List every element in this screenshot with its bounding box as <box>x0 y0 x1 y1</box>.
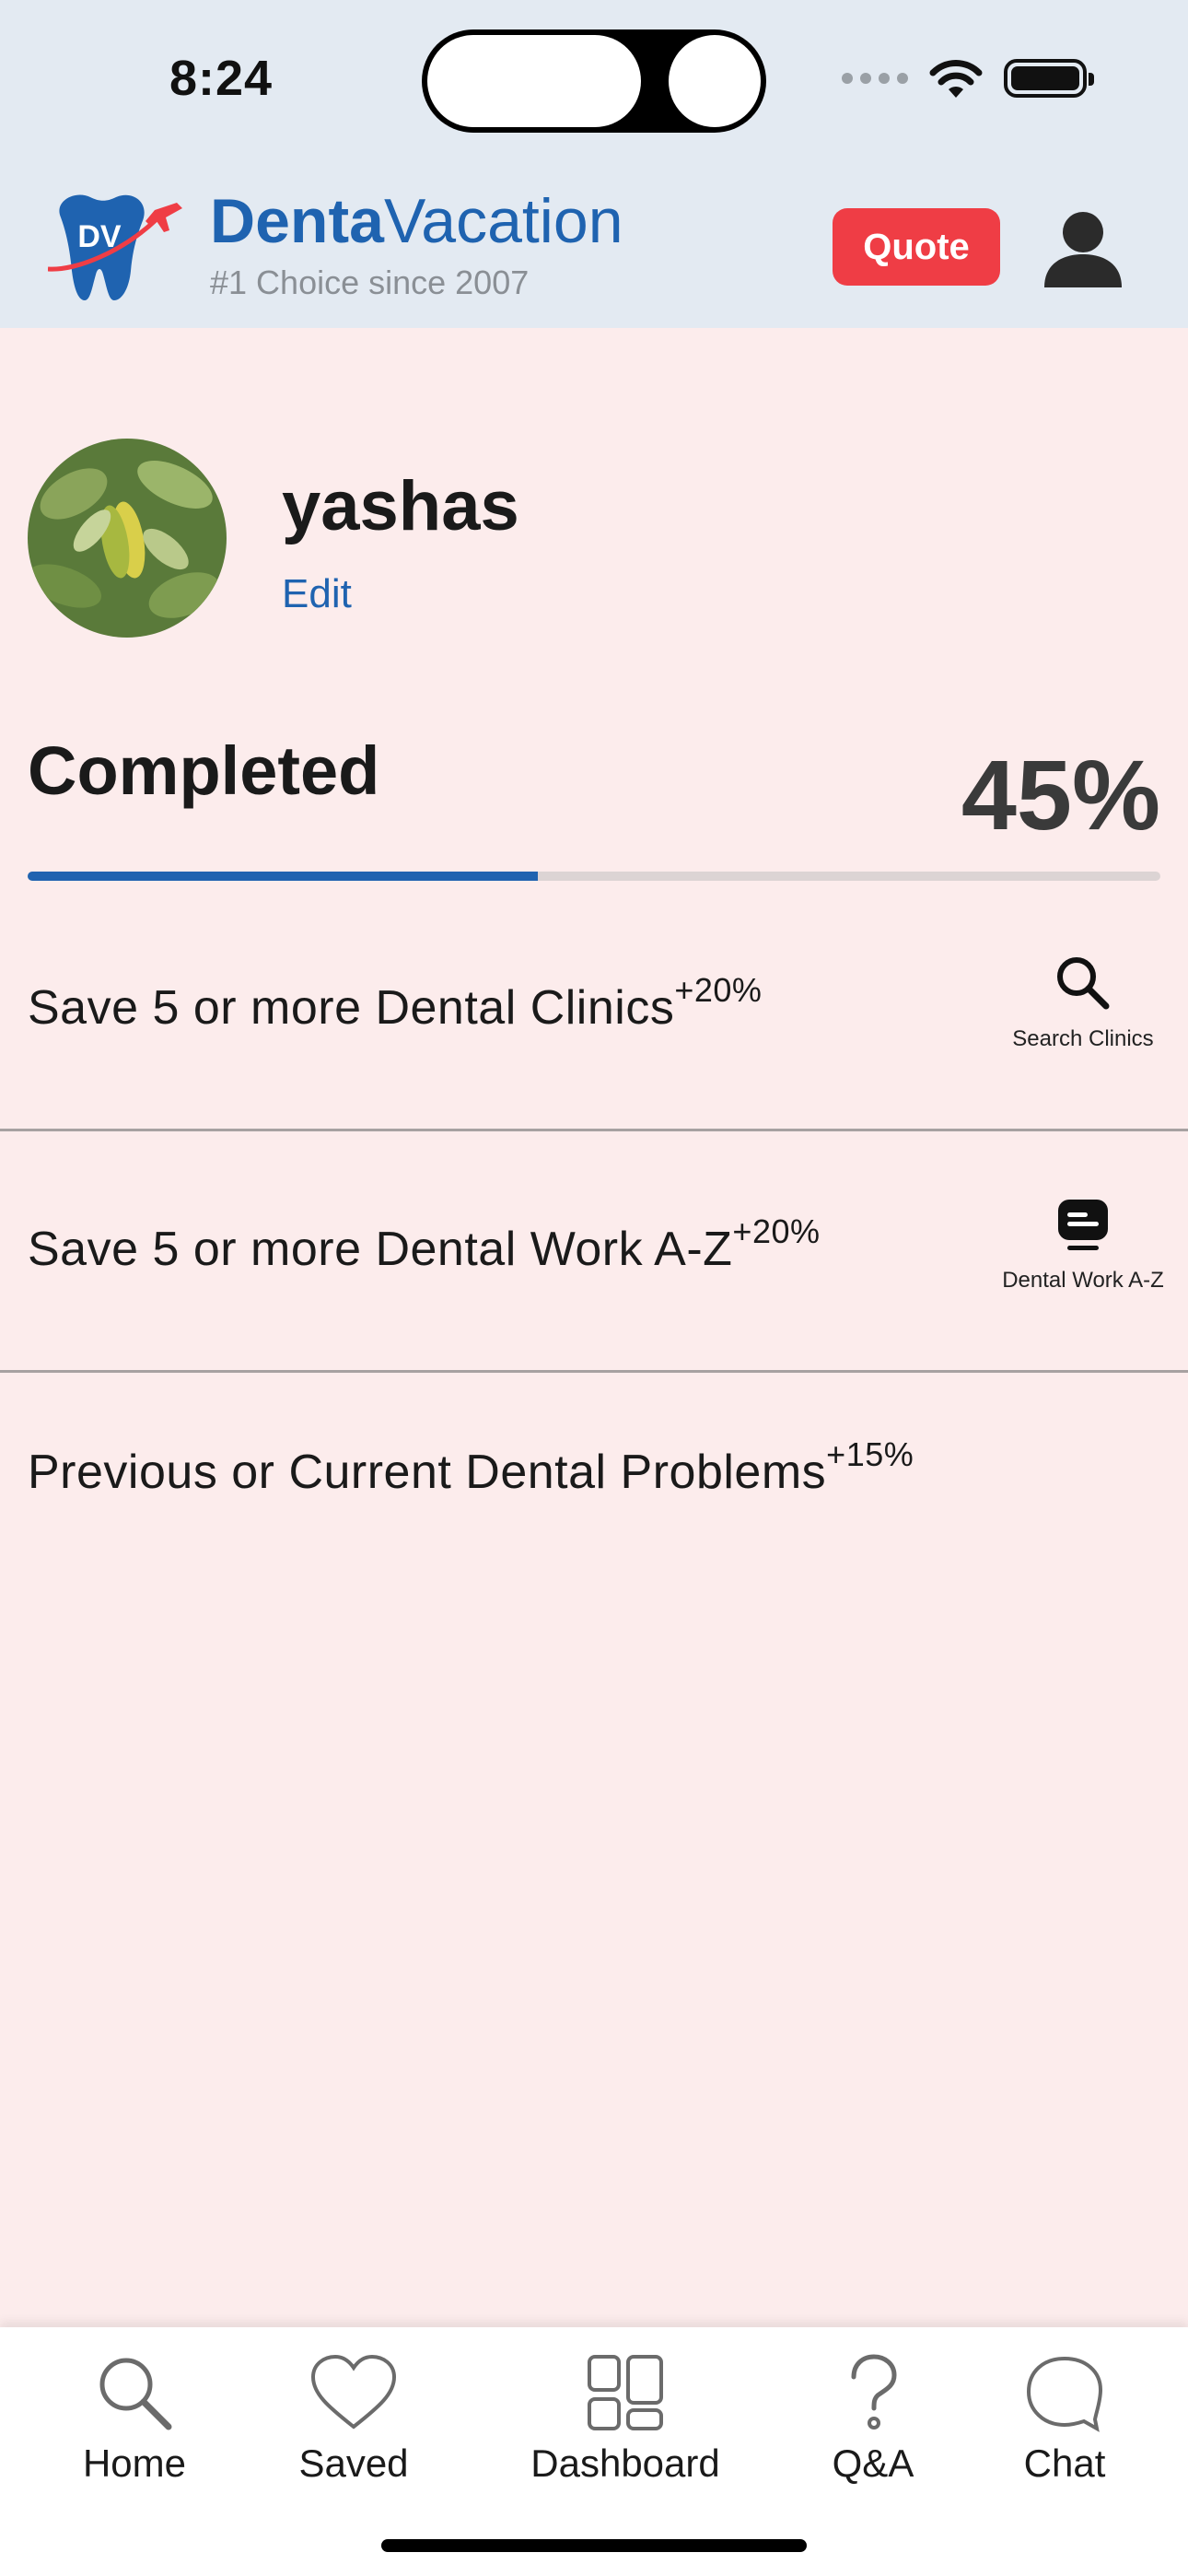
task-row-dental-problems[interactable]: Previous or Current Dental Problems+15% <box>28 1435 914 1500</box>
search-clinics-button[interactable]: Search Clinics <box>991 954 1175 1052</box>
completed-label: Completed <box>28 732 380 809</box>
search-icon <box>1057 957 1110 1010</box>
brand-tagline: #1 Choice since 2007 <box>210 263 530 301</box>
user-name: yashas <box>282 467 519 545</box>
tab-home-label: Home <box>82 2441 187 2485</box>
dentavacation-logo[interactable]: DV <box>48 186 186 306</box>
completed-percent: 45% <box>961 739 1160 850</box>
progress-fill <box>28 872 538 881</box>
task-text: Save 5 or more Dental Work A-Z+20% <box>28 1212 821 1276</box>
dental-work-button[interactable]: Dental Work A-Z <box>991 1196 1175 1294</box>
battery-icon <box>1004 59 1094 98</box>
wifi-icon <box>929 60 983 98</box>
tab-chat[interactable]: Chat <box>1002 2353 1127 2486</box>
heart-icon <box>310 2354 397 2430</box>
task-text: Save 5 or more Dental Clinics+20% <box>28 971 763 1035</box>
brand: DentaVacation #1 Choice since 2007 <box>210 190 623 302</box>
edit-profile-link[interactable]: Edit <box>282 571 352 617</box>
tab-dashboard[interactable]: Dashboard <box>518 2353 733 2486</box>
cellular-signal-icon <box>842 73 908 84</box>
task-row-dental-clinics[interactable]: Save 5 or more Dental Clinics+20% Search… <box>0 890 1188 1131</box>
question-mark-icon <box>851 2354 897 2430</box>
status-indicators <box>842 57 1094 100</box>
tab-saved[interactable]: Saved <box>291 2353 416 2486</box>
brand-name: DentaVacation <box>210 186 623 256</box>
tab-qa-label: Q&A <box>832 2441 914 2485</box>
tab-home[interactable]: Home <box>72 2353 197 2486</box>
dental-work-label: Dental Work A-Z <box>1002 1268 1164 1293</box>
task-row-dental-work[interactable]: Save 5 or more Dental Work A-Z+20% Denta… <box>0 1131 1188 1373</box>
dynamic-island <box>422 29 766 133</box>
profile-icon[interactable] <box>1039 205 1127 293</box>
dashboard-grid-icon <box>588 2355 663 2430</box>
completion-progress-bar <box>28 872 1160 881</box>
avatar[interactable] <box>28 439 227 638</box>
tab-dashboard-label: Dashboard <box>530 2441 720 2485</box>
island-pill <box>427 35 641 127</box>
quote-button[interactable]: Quote <box>833 208 1000 286</box>
list-card-icon <box>1058 1200 1108 1250</box>
tab-chat-label: Chat <box>1023 2441 1106 2485</box>
header-area: 8:24 DV DentaVacation #1 Choice since 20… <box>0 0 1188 328</box>
status-time: 8:24 <box>169 51 274 106</box>
profile-screen: 8:24 DV DentaVacation #1 Choice since 20… <box>0 0 1188 2576</box>
island-dot <box>669 35 761 127</box>
tab-saved-label: Saved <box>298 2441 409 2485</box>
home-indicator[interactable] <box>381 2539 807 2552</box>
search-clinics-label: Search Clinics <box>1012 1026 1154 1051</box>
chat-bubble-icon <box>1026 2356 1103 2432</box>
search-icon <box>99 2358 172 2430</box>
tab-qa[interactable]: Q&A <box>810 2353 936 2486</box>
